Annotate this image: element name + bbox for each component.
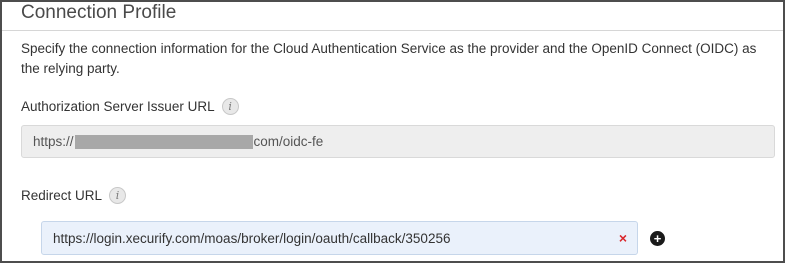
title-divider [2,30,783,31]
clear-icon[interactable]: × [619,230,627,246]
info-icon[interactable]: i [221,98,239,115]
connection-profile-panel: Connection Profile Specify the connectio… [0,0,785,263]
issuer-url-label: Authorization Server Issuer URL [21,99,215,114]
redirect-url-label-row: Redirect URL i [21,187,127,204]
section-title: Connection Profile [21,2,177,23]
section-description: Specify the connection information for t… [21,41,757,76]
redacted-block [74,134,253,149]
issuer-url-label-row: Authorization Server Issuer URL i [21,98,239,115]
issuer-url-suffix: com/oidc-fe [253,134,324,149]
add-circle-icon[interactable]: + [650,231,665,246]
redirect-url-value: https://login.xecurify.com/moas/broker/l… [53,230,451,246]
info-icon[interactable]: i [109,187,127,204]
issuer-url-field[interactable]: https:// com/oidc-fe [21,125,775,158]
redirect-url-label: Redirect URL [21,188,103,203]
redirect-url-input[interactable]: https://login.xecurify.com/moas/broker/l… [41,221,638,255]
issuer-url-prefix: https:// [33,134,74,149]
